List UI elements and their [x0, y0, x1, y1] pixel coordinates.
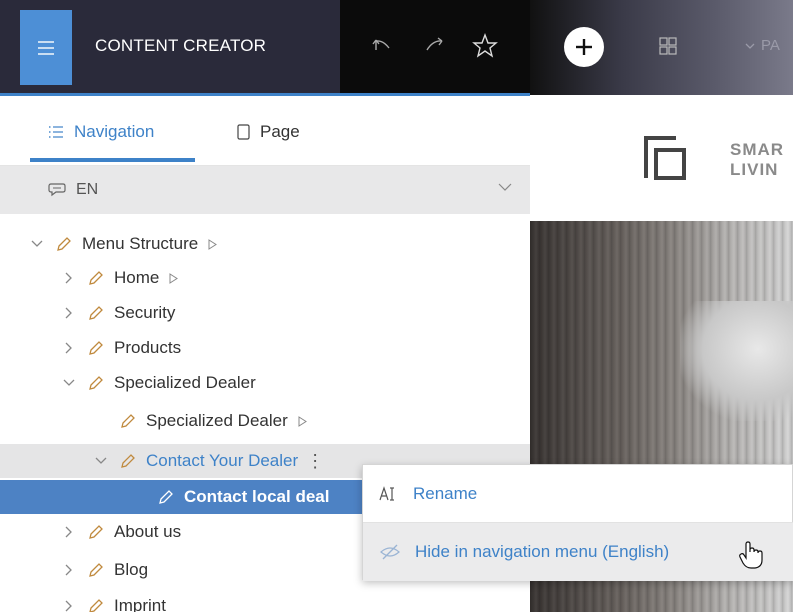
redo-icon	[426, 37, 443, 51]
panel-tabs: Navigation Page	[0, 96, 530, 166]
tree-node-label: Contact local deal	[184, 487, 330, 506]
pencil-icon[interactable]	[88, 562, 104, 578]
preview-header: SMAR LIVIN	[530, 96, 793, 221]
list-icon	[49, 126, 63, 138]
hide-in-navigation-menu-item[interactable]: Hide in navigation menu (English)	[363, 523, 793, 581]
rename-icon	[379, 486, 394, 501]
tree-node-label: Specialized Dealer	[114, 373, 256, 392]
context-menu: Rename Hide in navigation menu (English)	[362, 464, 793, 581]
top-bar: CONTENT CREATOR PA	[0, 0, 793, 96]
chevron-right-icon[interactable]	[62, 526, 76, 538]
tree-node[interactable]: Imprint	[0, 590, 530, 612]
pencil-icon[interactable]	[88, 375, 104, 391]
eye-slash-icon	[380, 544, 400, 560]
pencil-icon[interactable]	[120, 453, 136, 469]
rename-menu-item[interactable]: Rename	[363, 465, 793, 523]
logo-text-line1: SMAR	[730, 140, 785, 159]
play-icon[interactable]	[298, 415, 307, 427]
tree-node-label: Contact Your Dealer	[146, 451, 299, 470]
tree-node-label: Menu Structure	[82, 234, 199, 253]
undo-icon	[372, 39, 390, 50]
tree-node[interactable]: Menu Structure	[0, 228, 530, 260]
chevron-down-icon[interactable]	[30, 240, 44, 248]
tree-node-label: Blog	[114, 560, 149, 579]
tree-node[interactable]: Specialized Dealer	[0, 367, 530, 399]
logo-text-line2: LIVIN	[730, 160, 779, 179]
tree-node-selected[interactable]: Contact local deal	[0, 480, 362, 514]
preview-lamp-highlight	[680, 301, 793, 421]
tree-node-label: Specialized Dealer	[146, 411, 288, 430]
menu-button[interactable]	[20, 10, 72, 85]
pencil-icon[interactable]	[88, 598, 104, 612]
plus-icon	[576, 39, 592, 55]
tree-node[interactable]: Products	[0, 332, 530, 364]
speech-bubble-icon	[48, 183, 66, 197]
pencil-icon[interactable]	[88, 305, 104, 321]
language-value: EN	[76, 181, 99, 198]
pencil-icon[interactable]	[56, 236, 72, 252]
hand-cursor-icon	[739, 541, 763, 569]
tree-node-label: Products	[114, 338, 182, 357]
page-dropdown-label: PA	[761, 37, 780, 54]
tree-node[interactable]: Home	[0, 262, 530, 294]
pencil-icon[interactable]	[158, 489, 174, 505]
page-dropdown[interactable]: PA	[745, 37, 780, 54]
tree-node-label: Imprint	[114, 596, 166, 612]
rename-menu-label: Rename	[413, 484, 478, 503]
chevron-down-icon[interactable]	[62, 379, 76, 387]
language-selector[interactable]: EN	[0, 166, 530, 214]
add-button[interactable]	[564, 27, 604, 67]
tree-node-label: Security	[114, 303, 176, 322]
chevron-right-icon[interactable]	[62, 564, 76, 576]
redo-button[interactable]	[420, 30, 450, 62]
logo-icon	[644, 136, 686, 180]
tab-navigation-label: Navigation	[74, 122, 155, 141]
play-icon[interactable]	[169, 272, 179, 284]
favorite-button[interactable]	[470, 30, 500, 62]
app-title: CONTENT CREATOR	[95, 36, 267, 55]
hide-menu-label: Hide in navigation menu (English)	[415, 542, 670, 561]
pencil-icon[interactable]	[120, 413, 136, 429]
chevron-down-icon	[498, 183, 512, 191]
active-tab-indicator	[30, 158, 195, 162]
tab-page[interactable]: Page	[237, 122, 300, 142]
page-icon	[237, 124, 250, 140]
tree-node-label: About us	[114, 522, 182, 541]
layout-button[interactable]	[653, 30, 683, 62]
play-icon[interactable]	[208, 238, 218, 250]
grid-icon	[659, 37, 677, 55]
menu-icon	[38, 40, 54, 55]
logo-text: SMAR LIVIN	[730, 140, 784, 180]
chevron-right-icon[interactable]	[62, 600, 76, 612]
tree-node[interactable]: Specialized Dealer	[0, 405, 530, 437]
tree-node[interactable]: Security	[0, 297, 530, 329]
chevron-down-icon[interactable]	[94, 457, 108, 465]
tab-page-label: Page	[260, 122, 300, 141]
pencil-icon[interactable]	[88, 524, 104, 540]
pencil-icon[interactable]	[88, 270, 104, 286]
chevron-down-icon	[745, 43, 755, 49]
star-icon	[472, 33, 498, 58]
tab-navigation[interactable]: Navigation	[48, 122, 154, 142]
chevron-right-icon[interactable]	[62, 272, 76, 284]
chevron-right-icon[interactable]	[62, 342, 76, 354]
tree-node-label: Home	[114, 268, 160, 287]
undo-button[interactable]	[368, 30, 398, 62]
chevron-right-icon[interactable]	[62, 307, 76, 319]
more-options-icon[interactable]: ⋮	[306, 452, 324, 470]
pencil-icon[interactable]	[88, 340, 104, 356]
